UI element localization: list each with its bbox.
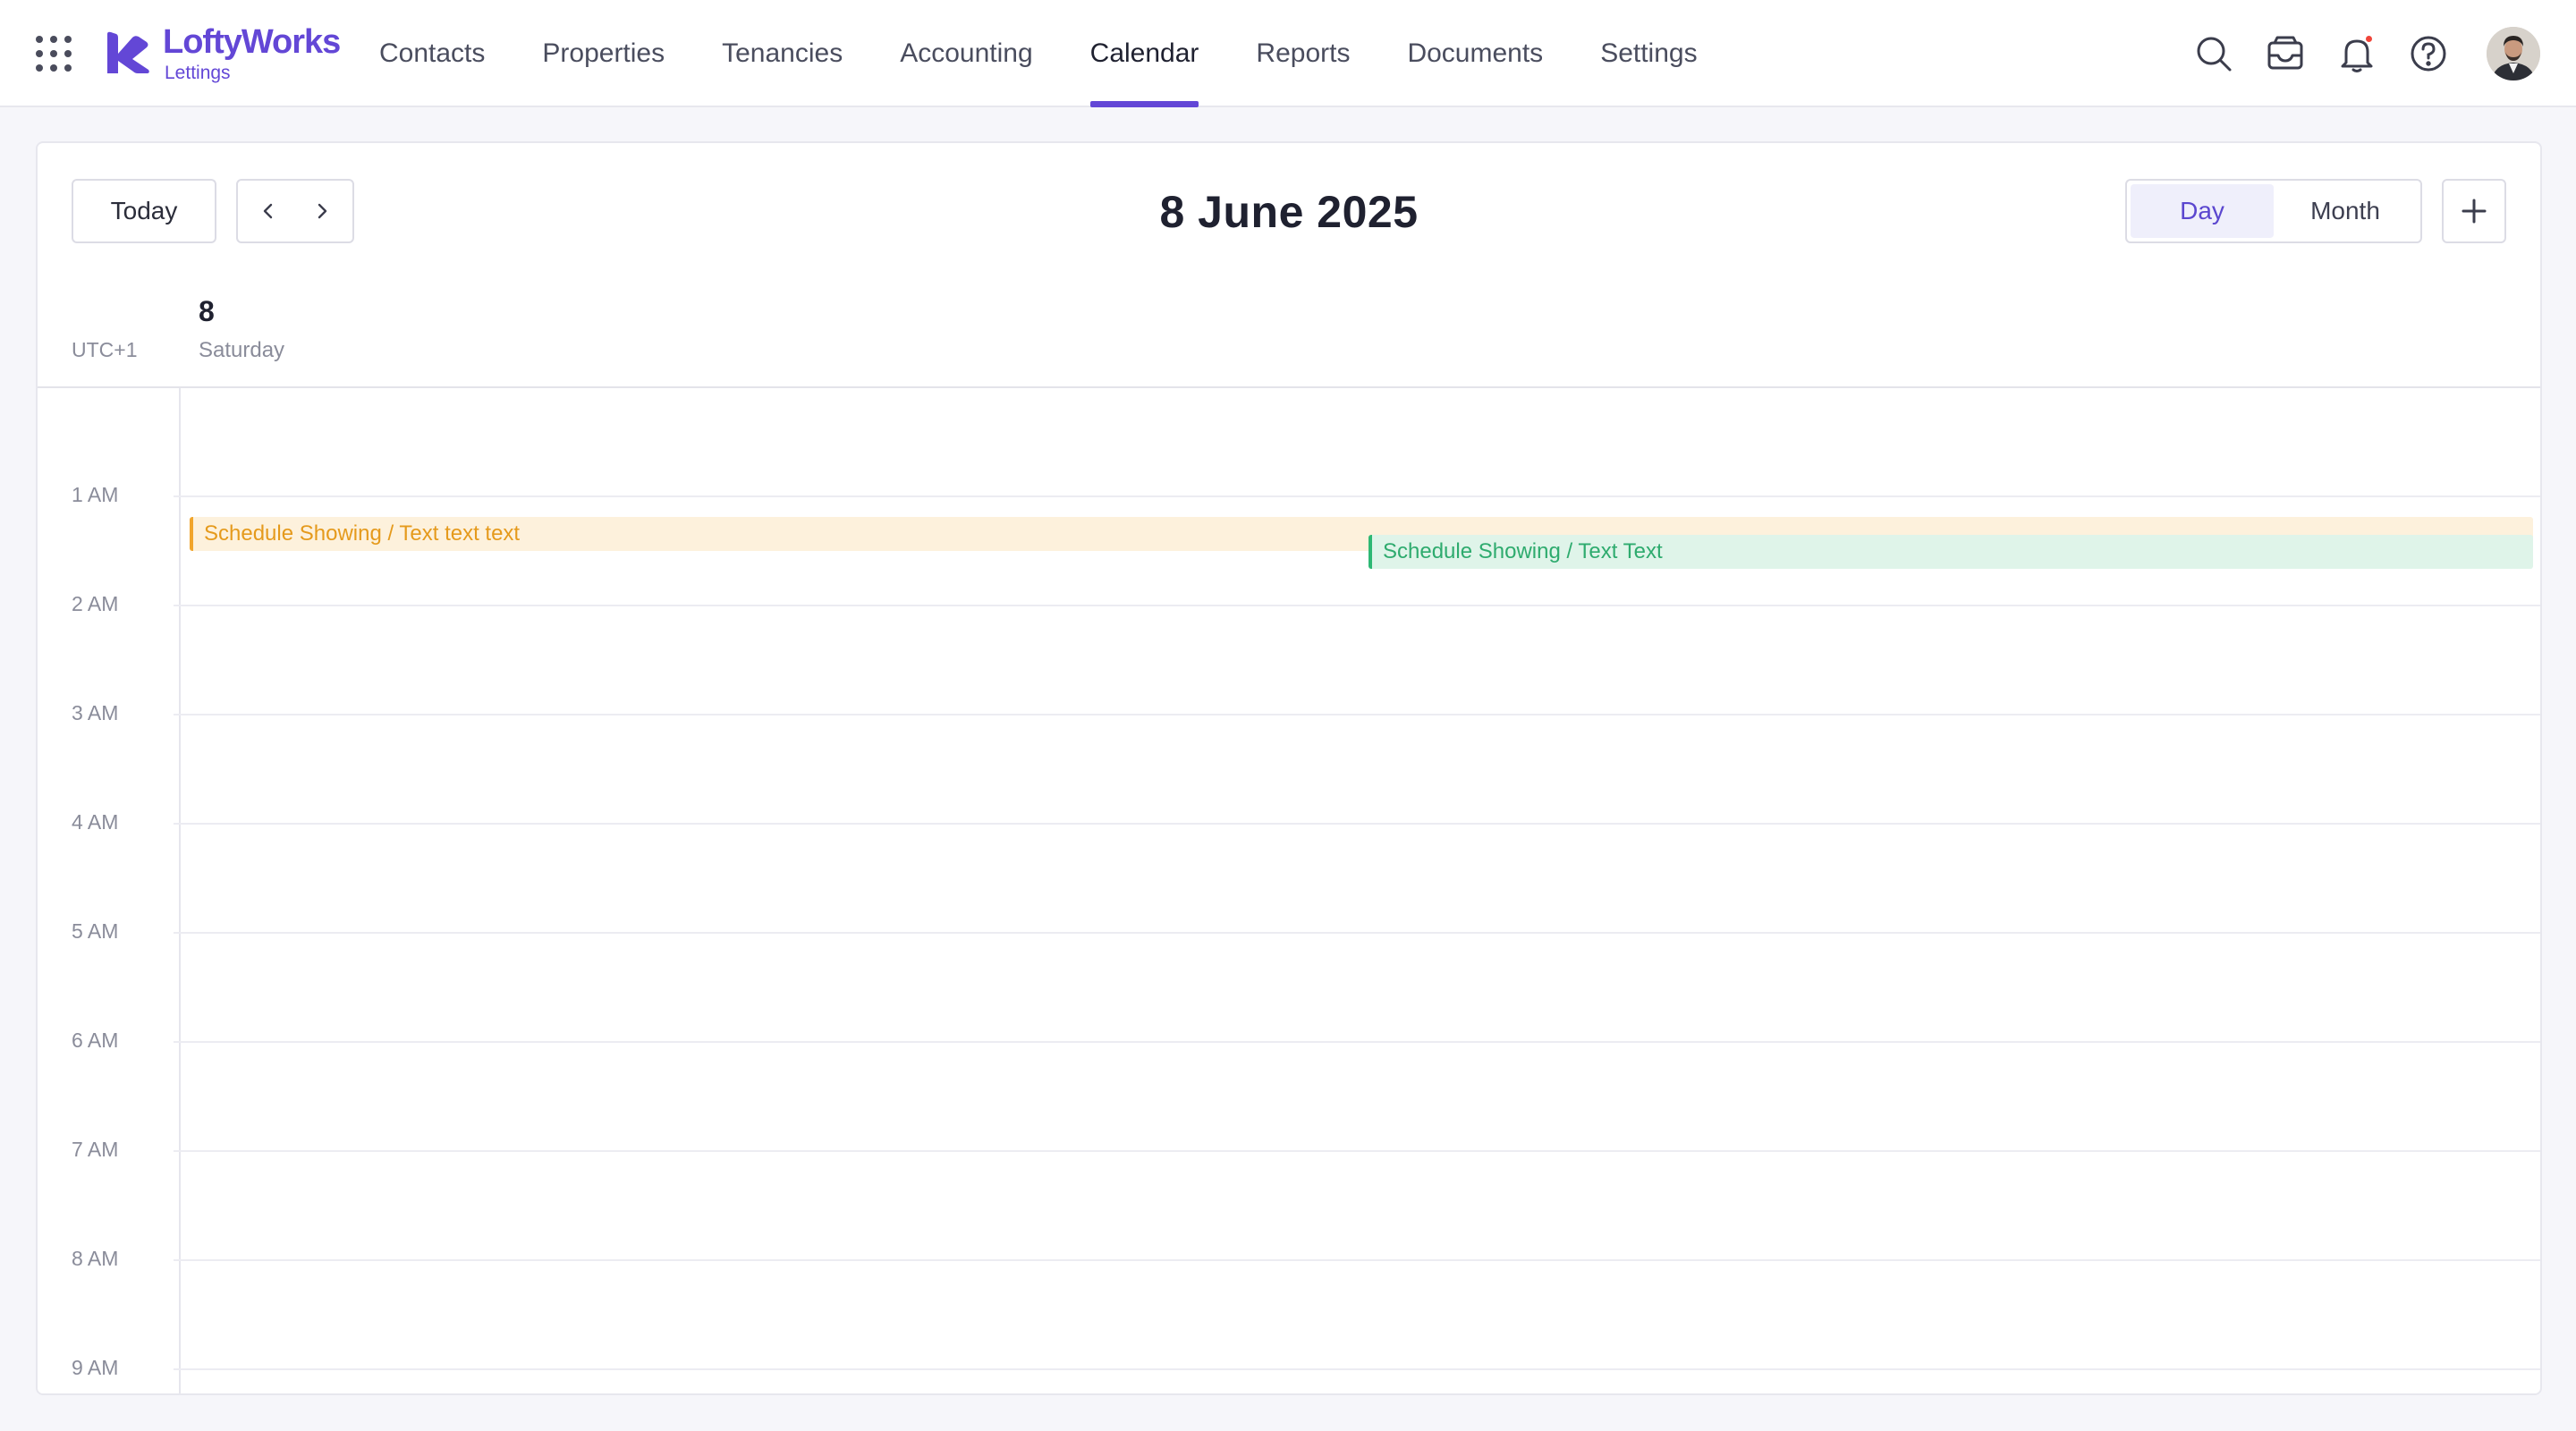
hour-label: 5 AM [72, 919, 119, 943]
main-nav: Contacts Properties Tenancies Accounting… [351, 0, 1726, 107]
day-number[interactable]: 8 [199, 295, 215, 328]
nav-item-accounting[interactable]: Accounting [871, 0, 1061, 107]
nav-item-tenancies[interactable]: Tenancies [693, 0, 871, 107]
brand-subtitle: Lettings [165, 63, 231, 83]
view-day-button[interactable]: Day [2131, 184, 2274, 238]
nav-item-contacts[interactable]: Contacts [351, 0, 513, 107]
search-icon[interactable] [2191, 31, 2236, 76]
hour-gridline [174, 932, 2540, 934]
notification-dot [2364, 34, 2374, 44]
hour-label: 4 AM [72, 810, 119, 834]
hour-gridline [174, 495, 2540, 497]
hour-gridline [174, 605, 2540, 606]
nav-item-properties[interactable]: Properties [513, 0, 693, 107]
loftyworks-logo[interactable]: LoftyWorks Lettings [106, 23, 347, 86]
nav-item-reports[interactable]: Reports [1227, 0, 1378, 107]
top-icon-group [2165, 23, 2540, 84]
timezone-label: UTC+1 [72, 338, 138, 361]
calendar-card: Today 8 June 2025 Day Month UTC+1 8 Satu… [36, 141, 2542, 1395]
view-switcher: Day Month [2125, 179, 2422, 243]
hour-label: 6 AM [72, 1029, 119, 1052]
logo-mark-icon [107, 31, 149, 73]
help-icon[interactable] [2406, 31, 2451, 76]
brand-name: LoftyWorks [163, 23, 341, 61]
user-avatar[interactable] [2487, 27, 2540, 80]
calendar-event-schedule-showing-green[interactable]: Schedule Showing / Text Text [1368, 535, 2533, 569]
app-launcher-icon[interactable] [34, 34, 73, 73]
hour-label: 9 AM [72, 1356, 119, 1379]
day-name: Saturday [199, 338, 285, 362]
nav-item-calendar[interactable]: Calendar [1062, 0, 1228, 107]
add-event-button[interactable] [2442, 179, 2506, 243]
plus-icon [2462, 199, 2487, 224]
hour-label: 1 AM [72, 483, 119, 506]
hour-gridline [174, 1259, 2540, 1261]
day-header [38, 286, 2540, 388]
bell-icon[interactable] [2334, 31, 2379, 76]
hour-label: 2 AM [72, 592, 119, 615]
hour-gridline [174, 1368, 2540, 1370]
hour-label: 8 AM [72, 1247, 119, 1270]
hour-label: 3 AM [72, 701, 119, 724]
hour-gridline [174, 1041, 2540, 1043]
view-month-button[interactable]: Month [2274, 184, 2417, 238]
hour-gridline [174, 823, 2540, 825]
hour-label: 7 AM [72, 1138, 119, 1161]
hour-gridline [174, 1150, 2540, 1152]
nav-item-documents[interactable]: Documents [1378, 0, 1572, 107]
nav-item-settings[interactable]: Settings [1572, 0, 1725, 107]
inbox-icon[interactable] [2263, 31, 2308, 76]
time-gutter-divider [179, 388, 181, 1393]
top-navigation-bar: LoftyWorks Lettings Contacts Properties … [0, 0, 2576, 107]
hour-gridline [174, 714, 2540, 716]
